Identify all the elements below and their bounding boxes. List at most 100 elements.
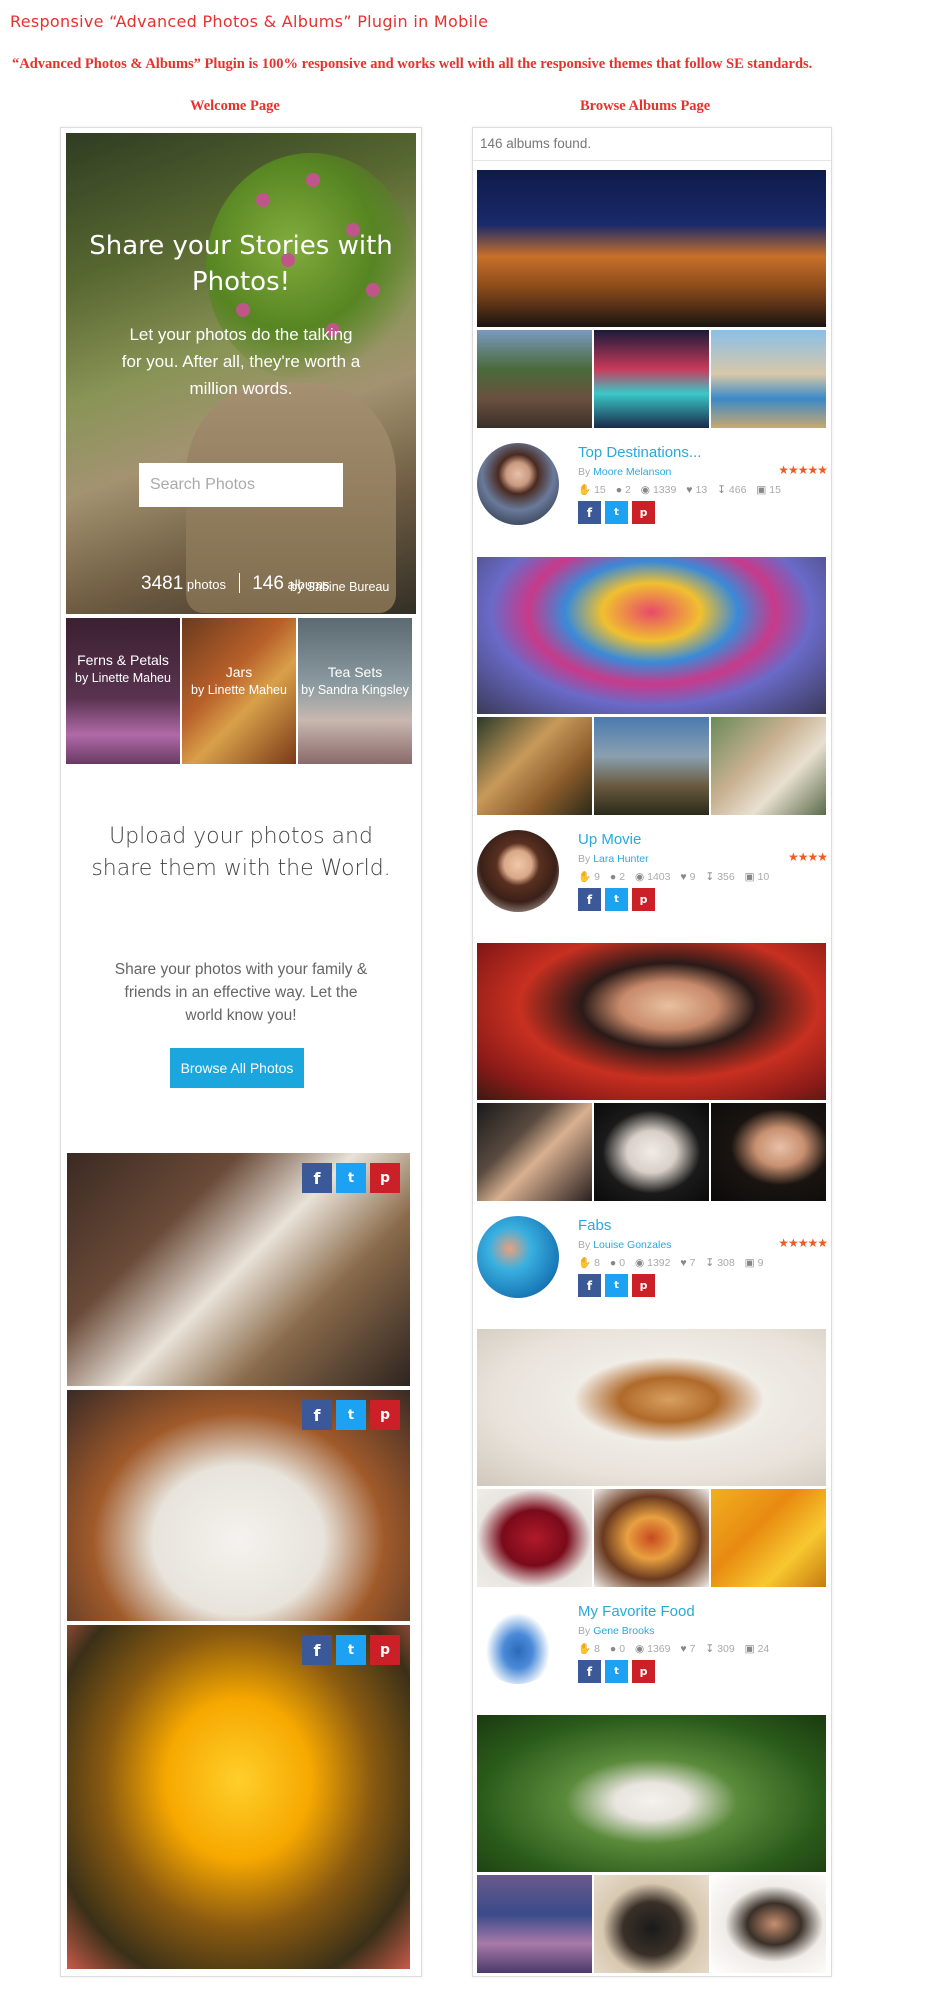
facebook-share-icon[interactable]: f: [578, 1274, 601, 1297]
avatar[interactable]: [477, 1602, 559, 1684]
by-prefix: By: [578, 1625, 591, 1637]
pinterest-share-icon[interactable]: p: [632, 1274, 655, 1297]
page-title: Responsive “Advanced Photos & Albums” Pl…: [10, 12, 489, 31]
album-cover-image[interactable]: [477, 1715, 826, 1872]
pinterest-share-icon[interactable]: p: [632, 888, 655, 911]
eye-icon: ◉: [634, 1257, 645, 1269]
album-thumbnail[interactable]: [711, 330, 826, 428]
like-icon: ✋: [578, 1257, 592, 1269]
browse-all-photos-button[interactable]: Browse All Photos: [170, 1048, 304, 1088]
albums-found-text: 146 albums found.: [480, 136, 592, 151]
album-thumbnail[interactable]: [594, 1489, 709, 1587]
album-thumbnail[interactable]: [477, 717, 592, 815]
browse-albums-page-label: Browse Albums Page: [580, 98, 711, 114]
comments-count: 2: [619, 871, 626, 883]
twitter-share-icon[interactable]: t: [605, 1660, 628, 1683]
pinterest-share-icon[interactable]: p: [370, 1400, 400, 1430]
comment-icon: ●: [609, 1643, 617, 1655]
twitter-share-icon[interactable]: t: [605, 501, 628, 524]
likes-count: 15: [594, 484, 606, 496]
photos-label: photos: [186, 577, 226, 592]
likes-count: 9: [594, 871, 600, 883]
heart-icon: ♥: [680, 871, 687, 883]
album-title[interactable]: Up Movie: [578, 831, 641, 848]
image-icon: ▣: [756, 484, 767, 496]
photo-card[interactable]: f t p: [67, 1153, 410, 1386]
facebook-share-icon[interactable]: f: [578, 1660, 601, 1683]
by-prefix: By: [578, 1239, 591, 1251]
hero-banner: Share your Stories with Photos! Let your…: [66, 133, 416, 614]
twitter-share-icon[interactable]: t: [336, 1163, 366, 1193]
favs-count: 7: [689, 1257, 696, 1269]
photo-card[interactable]: f t p: [67, 1625, 410, 1969]
twitter-share-icon[interactable]: t: [605, 1274, 628, 1297]
album-owner-link[interactable]: Lara Hunter: [593, 853, 648, 865]
pinterest-share-icon[interactable]: p: [370, 1635, 400, 1665]
album-cover-image[interactable]: [477, 1329, 826, 1486]
search-photos-input[interactable]: [139, 463, 343, 507]
stats-divider: [238, 573, 240, 593]
album-thumbnail[interactable]: [594, 330, 709, 428]
welcome-page-panel: Share your Stories with Photos! Let your…: [60, 127, 422, 1977]
album-thumbnail[interactable]: [477, 1489, 592, 1587]
album-owner-link[interactable]: Moore Melanson: [593, 466, 671, 478]
album-cover-image[interactable]: [477, 170, 826, 327]
photo-card[interactable]: f t p: [67, 1390, 410, 1621]
views-count: 1339: [652, 484, 677, 496]
divider: [473, 160, 831, 161]
album-thumbnail[interactable]: [711, 1489, 826, 1587]
album-thumbnail[interactable]: [711, 1103, 826, 1201]
featured-album-title: Tea Sets: [327, 664, 383, 680]
album-thumbnail[interactable]: [477, 330, 592, 428]
album-thumbnail[interactable]: [594, 1103, 709, 1201]
album-cover-image[interactable]: [477, 943, 826, 1100]
photos-count: 3481: [141, 573, 184, 594]
album-thumbnail[interactable]: [711, 1875, 826, 1973]
facebook-share-icon[interactable]: f: [302, 1163, 332, 1193]
photos-count: 24: [757, 1643, 770, 1655]
album-thumbnail[interactable]: [477, 1103, 592, 1201]
avatar[interactable]: [477, 830, 559, 912]
facebook-share-icon[interactable]: f: [578, 501, 601, 524]
share-buttons: f t p: [578, 501, 655, 524]
twitter-share-icon[interactable]: t: [336, 1400, 366, 1430]
featured-album-card[interactable]: Ferns & Petals by Linette Maheu: [66, 618, 180, 764]
facebook-share-icon[interactable]: f: [578, 888, 601, 911]
album-title[interactable]: My Favorite Food: [578, 1603, 695, 1620]
avatar[interactable]: [477, 1216, 559, 1298]
heart-icon: ♥: [680, 1257, 687, 1269]
album-owner-link[interactable]: Gene Brooks: [593, 1625, 654, 1637]
avatar[interactable]: [477, 443, 559, 525]
album-thumbnail[interactable]: [477, 1875, 592, 1973]
rating-stars: ★★★★★: [778, 463, 828, 477]
downloads-count: 308: [717, 1257, 735, 1269]
featured-album-title: Ferns & Petals: [77, 652, 169, 668]
download-icon: ↧: [705, 1643, 715, 1655]
facebook-share-icon[interactable]: f: [302, 1400, 332, 1430]
album-stats: ✋ 8 ● 0 ◉ 1369 ♥ 7 ↧ 309 ▣ 24: [578, 1642, 776, 1655]
twitter-share-icon[interactable]: t: [605, 888, 628, 911]
downloads-count: 356: [717, 871, 735, 883]
album-owner-line: By Louise Gonzales: [578, 1239, 671, 1251]
downloads-count: 466: [728, 484, 747, 496]
featured-album-card[interactable]: Tea Sets by Sandra Kingsley: [298, 618, 412, 764]
pinterest-share-icon[interactable]: p: [632, 501, 655, 524]
heart-icon: ♥: [680, 1643, 687, 1655]
pinterest-share-icon[interactable]: p: [370, 1163, 400, 1193]
album-thumbnail[interactable]: [711, 717, 826, 815]
twitter-share-icon[interactable]: t: [336, 1635, 366, 1665]
album-thumbnail[interactable]: [594, 1875, 709, 1973]
pinterest-share-icon[interactable]: p: [632, 1660, 655, 1683]
album-title[interactable]: Top Destinations...: [578, 444, 701, 461]
facebook-share-icon[interactable]: f: [302, 1635, 332, 1665]
comments-count: 0: [619, 1643, 626, 1655]
album-thumbnail[interactable]: [594, 717, 709, 815]
comments-count: 0: [619, 1257, 626, 1269]
album-title[interactable]: Fabs: [578, 1217, 611, 1234]
album-owner-line: By Gene Brooks: [578, 1625, 654, 1637]
album-owner-link[interactable]: Louise Gonzales: [593, 1239, 671, 1251]
comments-count: 2: [625, 484, 631, 496]
album-cover-image[interactable]: [477, 557, 826, 714]
like-icon: ✋: [578, 1643, 592, 1655]
featured-album-card[interactable]: Jars by Linette Maheu: [182, 618, 296, 764]
